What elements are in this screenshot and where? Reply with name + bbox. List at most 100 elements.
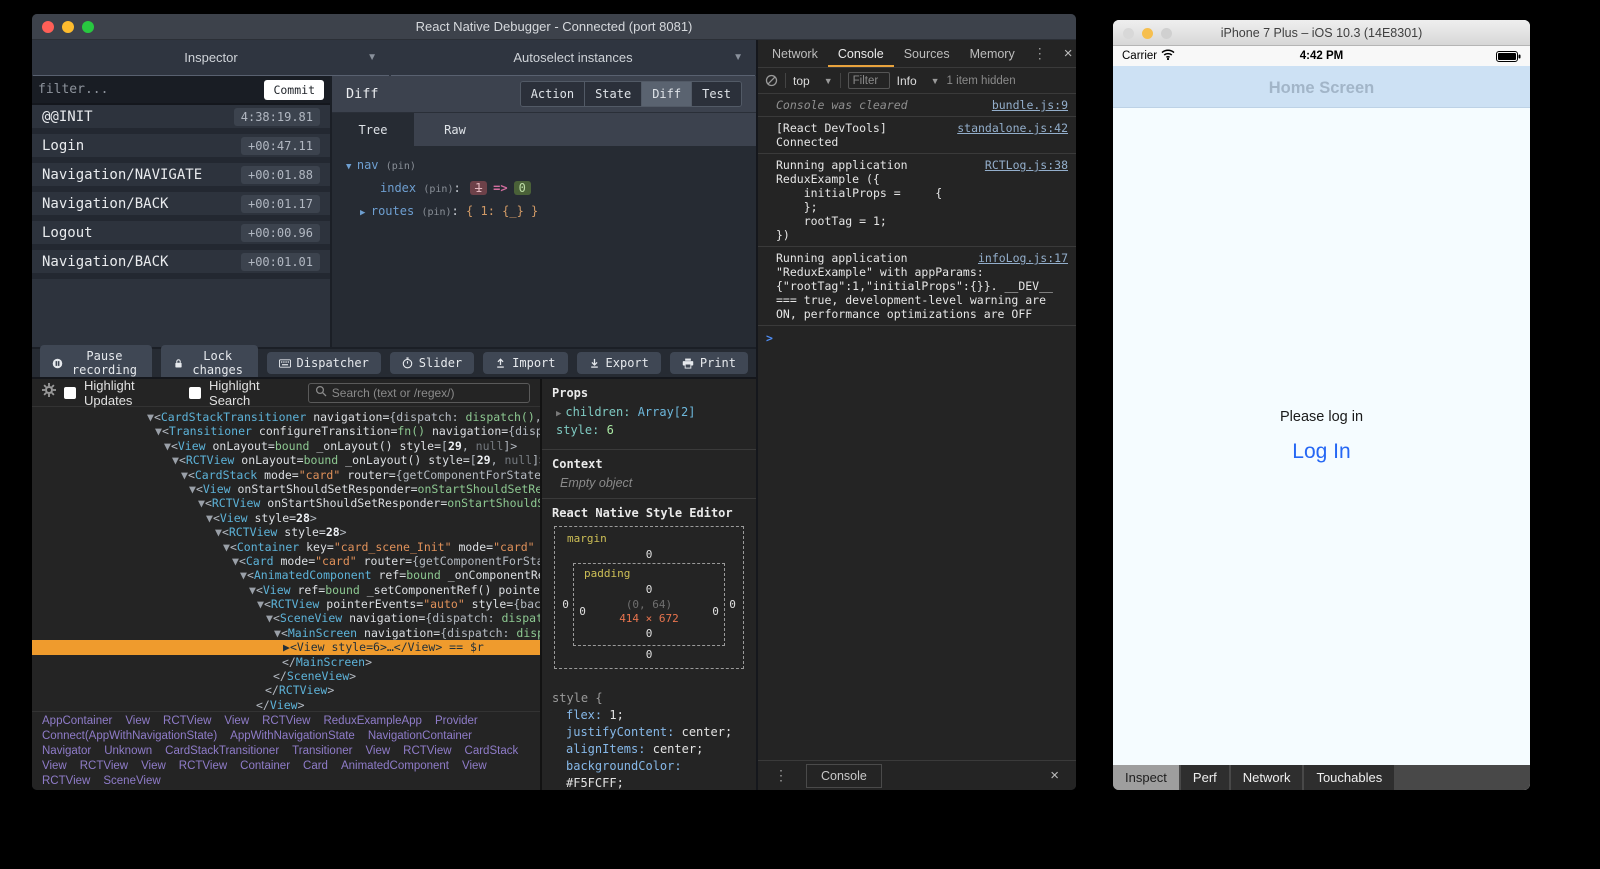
- minimize-window-button[interactable]: [62, 21, 74, 33]
- close-window-button[interactable]: [1123, 28, 1134, 39]
- tree-node-row[interactable]: </View>: [32, 698, 540, 711]
- tree-node-row[interactable]: ▼<Card mode="card" router={getComponentF…: [32, 554, 540, 568]
- tree-node-row[interactable]: ▼<CardStack mode="card" router={getCompo…: [32, 468, 540, 482]
- breadcrumb-item[interactable]: AppContainer: [42, 715, 112, 727]
- login-button[interactable]: Log In: [1292, 440, 1350, 464]
- toolbar-pause-recording-button[interactable]: Pause recording: [40, 345, 152, 381]
- source-link[interactable]: standalone.js:42: [957, 121, 1068, 135]
- margin-right-value[interactable]: 0: [725, 596, 740, 613]
- console-prompt[interactable]: >: [758, 326, 1076, 350]
- tree-node-row[interactable]: ▶<View style=6>…</View> == $r: [32, 640, 540, 655]
- action-row[interactable]: @@INIT 4:38:19.81: [32, 105, 330, 134]
- expand-arrow-icon[interactable]: ▶: [360, 208, 371, 218]
- minimize-window-button[interactable]: [1142, 28, 1153, 39]
- action-row[interactable]: Navigation/BACK +00:01.01: [32, 250, 330, 279]
- breadcrumb-item[interactable]: Connect(AppWithNavigationState): [42, 730, 217, 742]
- toolbar-slider-button[interactable]: Slider: [389, 352, 475, 374]
- diff-view-tab-raw[interactable]: Raw: [414, 113, 496, 146]
- padding-right-value[interactable]: 0: [708, 603, 723, 620]
- diff-view-tab-tree[interactable]: Tree: [332, 113, 414, 146]
- kebab-menu-icon[interactable]: ⋮: [1025, 40, 1055, 67]
- breadcrumb-item[interactable]: NavigationContainer: [368, 730, 472, 742]
- toolbar-import-button[interactable]: Import: [483, 352, 568, 374]
- tree-node-row[interactable]: ▼<View onStartShouldSetResponder=onStart…: [32, 482, 540, 496]
- block-icon[interactable]: [765, 74, 778, 87]
- action-row[interactable]: Navigation/NAVIGATE +00:01.88: [32, 163, 330, 192]
- console-tab-console[interactable]: Console: [828, 40, 894, 67]
- toolbar-lock-changes-button[interactable]: Lock changes: [160, 345, 258, 381]
- toolbar-export-button[interactable]: Export: [576, 352, 661, 374]
- tree-node-row[interactable]: ▼<View style=28>: [32, 511, 540, 525]
- breadcrumb-item[interactable]: SceneView: [103, 775, 160, 787]
- console-filter-input[interactable]: [847, 72, 890, 89]
- console-tab-memory[interactable]: Memory: [960, 40, 1025, 67]
- commit-button[interactable]: Commit: [264, 79, 324, 100]
- tree-node-row[interactable]: ▼<MainScreen navigation={dispatch: dispa…: [32, 626, 540, 640]
- breadcrumb-item[interactable]: View: [365, 745, 390, 757]
- breadcrumb-item[interactable]: View: [141, 760, 166, 772]
- breadcrumb-item[interactable]: CardStackTransitioner: [165, 745, 279, 757]
- inspector-dropdown[interactable]: Inspector ▼: [33, 40, 389, 76]
- tree-node-row[interactable]: ▼<RCTView pointerEvents="auto" style={ba…: [32, 597, 540, 611]
- action-row[interactable]: Login +00:47.11: [32, 134, 330, 163]
- collapse-arrow-icon[interactable]: ▼: [346, 162, 357, 172]
- action-row[interactable]: Logout +00:00.96: [32, 221, 330, 250]
- tree-node-row[interactable]: ▼<AnimatedComponent ref=bound _onCompone…: [32, 568, 540, 582]
- breadcrumb-item[interactable]: CardStack: [465, 745, 519, 757]
- breadcrumb-item[interactable]: Container: [240, 760, 290, 772]
- margin-left-value[interactable]: 0: [558, 596, 573, 613]
- gear-icon[interactable]: [42, 383, 56, 402]
- console-tab-network[interactable]: Network: [762, 40, 828, 67]
- toolbar-dispatcher-button[interactable]: Dispatcher: [266, 352, 381, 374]
- breadcrumb-item[interactable]: View: [462, 760, 487, 772]
- close-icon[interactable]: ×: [1041, 767, 1068, 784]
- diff-routes-row[interactable]: ▶ routes (pin): { 1: {_} }: [346, 204, 756, 218]
- margin-bottom-value[interactable]: 0: [558, 646, 740, 663]
- breadcrumb-item[interactable]: Provider: [435, 715, 478, 727]
- breadcrumb-item[interactable]: AppWithNavigationState: [230, 730, 355, 742]
- tree-node-row[interactable]: </RCTView>: [32, 683, 540, 697]
- context-selector[interactable]: top ▼: [793, 74, 833, 88]
- highlight-search-checkbox[interactable]: [189, 386, 202, 399]
- close-icon[interactable]: ×: [1055, 40, 1076, 67]
- diff-index-row[interactable]: index (pin): 1 => 0: [346, 181, 756, 195]
- diff-mode-tab-diff[interactable]: Diff: [641, 82, 692, 106]
- toolbar-print-button[interactable]: Print: [669, 352, 748, 374]
- tree-node-row[interactable]: ▼<RCTView onLayout=bound _onLayout() sty…: [32, 453, 540, 467]
- breadcrumb-item[interactable]: Transitioner: [292, 745, 352, 757]
- diff-mode-tab-action[interactable]: Action: [520, 82, 585, 106]
- breadcrumb-item[interactable]: View: [42, 760, 67, 772]
- source-link[interactable]: RCTLog.js:38: [985, 158, 1068, 172]
- tree-node-row[interactable]: ▼<Container key="card_scene_Init" mode="…: [32, 540, 540, 554]
- tree-node-row[interactable]: </SceneView>: [32, 669, 540, 683]
- breadcrumb-item[interactable]: RCTView: [42, 775, 90, 787]
- source-link[interactable]: bundle.js:9: [992, 98, 1068, 112]
- console-tab-sources[interactable]: Sources: [894, 40, 960, 67]
- tree-node-row[interactable]: ▼<View ref=bound _setComponentRef() poin…: [32, 583, 540, 597]
- expand-arrow-icon[interactable]: ▶: [556, 409, 561, 419]
- prop-row[interactable]: ▶ children: Array[2]: [552, 405, 746, 419]
- breadcrumb-item[interactable]: RCTView: [179, 760, 227, 772]
- zoom-window-button[interactable]: [82, 21, 94, 33]
- breadcrumb-item[interactable]: View: [224, 715, 249, 727]
- element-search-input[interactable]: [331, 385, 523, 400]
- drawer-console-tab[interactable]: Console: [806, 763, 882, 788]
- padding-top-value[interactable]: 0: [575, 581, 723, 598]
- prop-row[interactable]: style: 6: [552, 423, 746, 437]
- highlight-updates-checkbox[interactable]: [64, 386, 76, 399]
- tree-node-row[interactable]: ▼<RCTView onStartShouldSetResponder=onSt…: [32, 496, 540, 510]
- action-row[interactable]: Navigation/BACK +00:01.17: [32, 192, 330, 221]
- breadcrumb-item[interactable]: RCTView: [262, 715, 310, 727]
- breadcrumb-item[interactable]: Card: [303, 760, 328, 772]
- source-link[interactable]: infoLog.js:17: [978, 251, 1068, 265]
- autoselect-dropdown[interactable]: Autoselect instances ▼: [391, 40, 755, 76]
- dev-tab-perf[interactable]: Perf: [1180, 765, 1229, 790]
- padding-left-value[interactable]: 0: [575, 603, 590, 620]
- breadcrumb-item[interactable]: RCTView: [403, 745, 451, 757]
- breadcrumb-item[interactable]: RCTView: [80, 760, 128, 772]
- diff-nav-row[interactable]: ▼ nav (pin): [346, 158, 756, 172]
- breadcrumb-item[interactable]: Navigator: [42, 745, 91, 757]
- dev-tab-network[interactable]: Network: [1230, 765, 1303, 790]
- tree-node-row[interactable]: ▼<SceneView navigation={dispatch: dispat…: [32, 611, 540, 625]
- diff-mode-tab-state[interactable]: State: [584, 82, 642, 106]
